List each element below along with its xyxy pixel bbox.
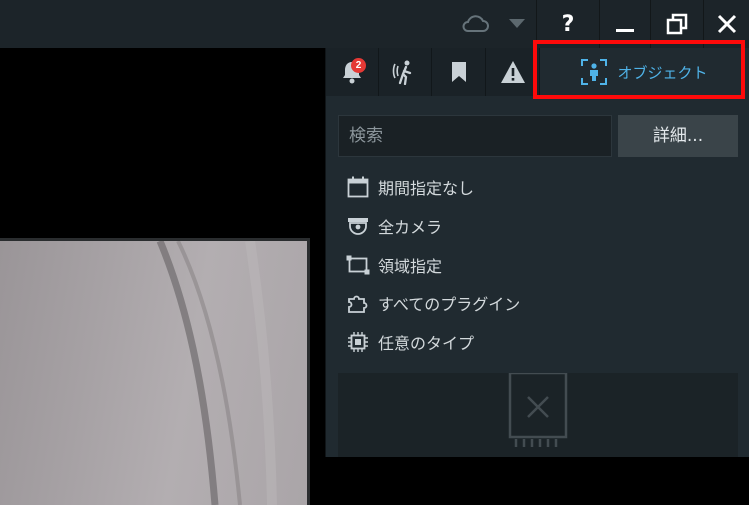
advanced-button[interactable]: 詳細... <box>618 115 738 157</box>
calendar-icon <box>346 175 370 199</box>
camera-icon <box>346 214 370 238</box>
bookmark-icon <box>451 62 466 82</box>
cloud-icon <box>462 15 489 32</box>
search-input[interactable]: 検索 <box>338 115 612 157</box>
tab-bookmarks[interactable] <box>432 48 485 96</box>
filter-plugins-label: すべてのプラグイン <box>378 295 521 314</box>
chip-icon <box>346 330 370 354</box>
empty-results-area <box>338 373 738 457</box>
filter-area-label: 領域指定 <box>378 257 443 276</box>
filter-cameras[interactable]: 全カメラ <box>346 212 442 240</box>
filter-cameras-label: 全カメラ <box>378 218 443 237</box>
camera-image <box>0 241 307 505</box>
filter-plugins[interactable]: すべてのプラグイン <box>346 289 520 317</box>
tab-notifications[interactable]: 2 <box>326 48 378 96</box>
dropdown-triangle-icon <box>509 19 525 28</box>
filter-object-type[interactable]: 任意のタイプ <box>346 328 474 356</box>
cloud-button[interactable] <box>452 0 498 48</box>
minimize-icon <box>616 29 634 32</box>
warning-icon <box>500 61 525 83</box>
restore-icon <box>666 13 688 35</box>
objects-tab-highlight <box>533 40 745 99</box>
camera-scene <box>156 241 277 505</box>
plugin-puzzle-icon <box>346 291 370 315</box>
tab-events[interactable] <box>486 48 539 96</box>
filter-area[interactable]: 領域指定 <box>346 251 442 279</box>
tab-motion[interactable] <box>379 48 431 96</box>
no-results-chip-icon <box>508 373 568 447</box>
search-panel: 2 オブジェクト 検索 詳細... 期間指定なし 全カメラ 領域指定 すべてのプ… <box>326 48 749 457</box>
notification-count-badge: 2 <box>351 58 366 73</box>
area-select-icon <box>346 253 370 277</box>
cloud-dropdown-button[interactable] <box>500 0 534 48</box>
help-label: ? <box>561 11 575 37</box>
close-icon <box>717 14 736 34</box>
filter-time-range-label: 期間指定なし <box>378 179 475 198</box>
filter-object-type-label: 任意のタイプ <box>378 334 475 353</box>
video-viewport[interactable] <box>0 48 325 505</box>
walking-person-icon <box>392 60 412 85</box>
filter-time-range[interactable]: 期間指定なし <box>346 173 474 201</box>
camera-frame[interactable] <box>0 238 310 505</box>
